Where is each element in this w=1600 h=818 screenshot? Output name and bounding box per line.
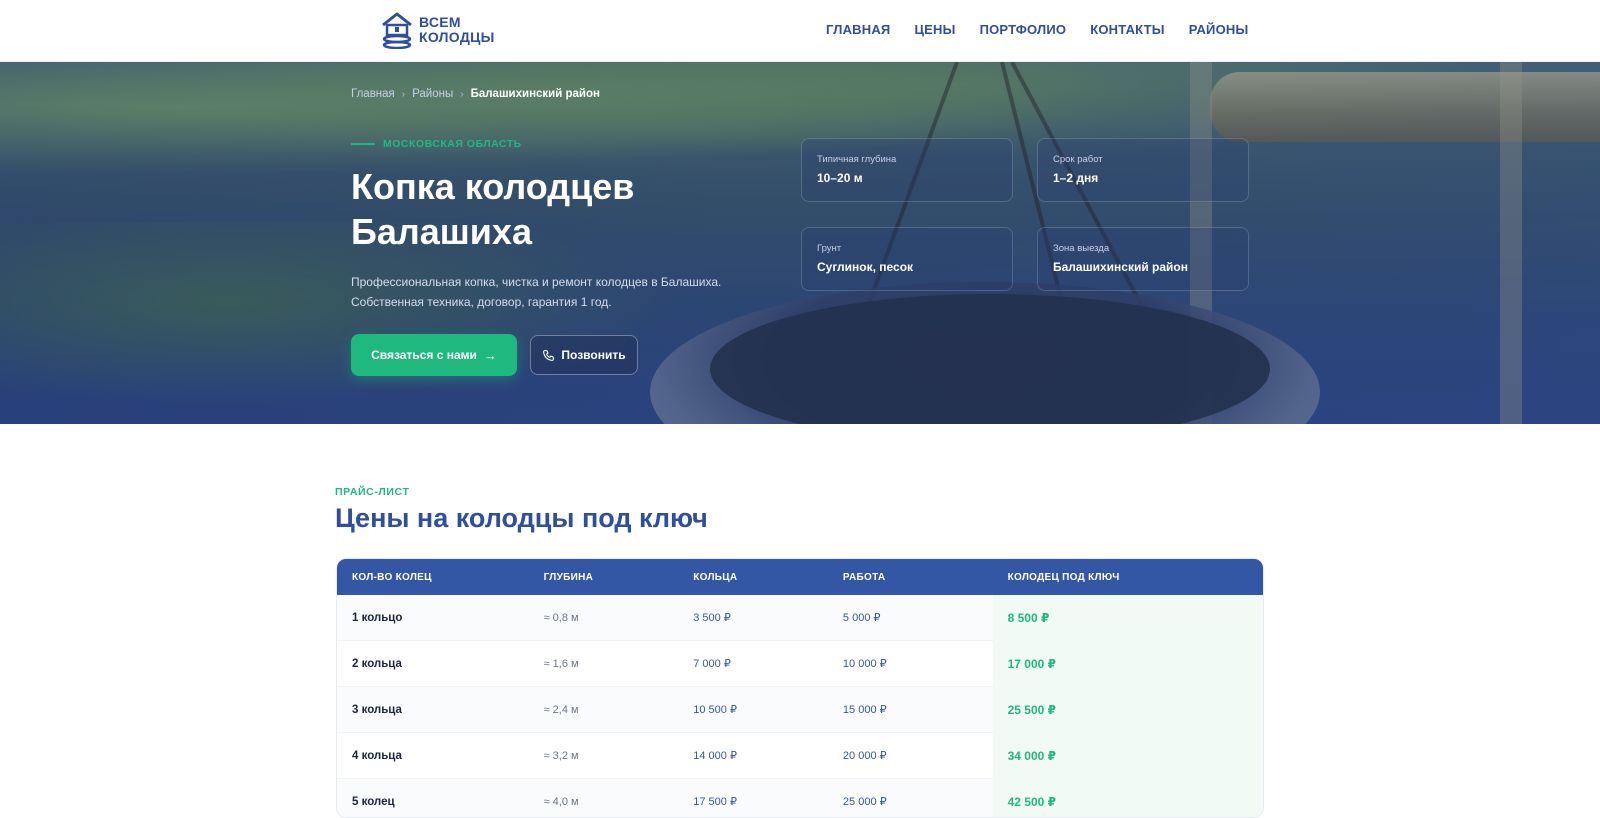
stat-card-zone: Зона выезда Балашихинский район [1037,227,1249,291]
nav-contacts[interactable]: КОНТАКТЫ [1090,22,1164,37]
cell-rings: 5 колец [337,796,544,808]
cell-depth: ≈ 3,2 м [544,750,694,762]
page-title-line-2: Балашиха [351,211,532,252]
cell-depth: ≈ 0,8 м [544,612,694,624]
cell-depth: ≈ 2,4 м [544,704,694,716]
stat-label: Грунт [817,243,997,254]
nav-prices[interactable]: ЦЕНЫ [914,22,955,37]
logo-text: ВСЕМ КОЛОДЦЫ [419,15,495,45]
stat-card-soil: Грунт Суглинок, песок [801,227,1013,291]
hero-section [0,62,1600,424]
call-button[interactable]: Позвонить [530,335,638,375]
cell-turnkey: 8 500 ₽ [993,595,1263,641]
table-header: КОЛ-ВО КОЛЕЦ ГЛУБИНА КОЛЬЦА РАБОТА КОЛОД… [337,559,1263,595]
phone-icon [542,349,555,362]
table-row: 2 кольца ≈ 1,6 м 7 000 ₽ 10 000 ₽ 17 000… [337,641,1263,687]
nav-districts[interactable]: РАЙОНЫ [1189,22,1249,37]
page-title-line-1: Копка колодцев [351,166,634,207]
cell-rings: 4 кольца [337,750,544,762]
well-logo-icon [381,11,413,49]
cell-rings: 3 кольца [337,704,544,716]
table-row: 1 кольцо ≈ 0,8 м 3 500 ₽ 5 000 ₽ 8 500 ₽ [337,595,1263,641]
cell-turnkey: 25 500 ₽ [993,687,1263,733]
stat-value: Суглинок, песок [817,260,997,274]
contact-us-label: Связаться с нами [371,348,477,362]
breadcrumb-home[interactable]: Главная [351,88,395,100]
region-text: МОСКОВСКАЯ ОБЛАСТЬ [383,138,522,150]
hero-region-label: МОСКОВСКАЯ ОБЛАСТЬ [351,138,522,150]
hero-description: Профессиональная копка, чистка и ремонт … [351,272,751,312]
cell-work: 10 000 ₽ [843,657,993,670]
column-header-rings-price: КОЛЬЦА [693,572,843,583]
contact-us-button[interactable]: Связаться с нами → [351,334,517,376]
cell-depth: ≈ 1,6 м [544,658,694,670]
site-header: ВСЕМ КОЛОДЦЫ ГЛАВНАЯ ЦЕНЫ ПОРТФОЛИО КОНТ… [0,0,1600,62]
cell-rings: 1 кольцо [337,612,544,624]
hero-description-line-1: Профессиональная копка, чистка и ремонт … [351,275,721,289]
cell-work: 5 000 ₽ [843,611,993,624]
stat-value: Балашихинский район [1053,260,1233,274]
breadcrumb-current: Балашихинский район [471,88,600,100]
price-title: Цены на колодцы под ключ [335,503,708,534]
nav-home[interactable]: ГЛАВНАЯ [826,22,890,37]
cell-turnkey: 42 500 ₽ [993,779,1263,818]
table-row: 3 кольца ≈ 2,4 м 10 500 ₽ 15 000 ₽ 25 50… [337,687,1263,733]
cell-work: 15 000 ₽ [843,703,993,716]
column-header-depth: ГЛУБИНА [544,572,694,583]
column-header-work: РАБОТА [843,572,993,583]
stat-value: 1–2 дня [1053,171,1233,185]
table-body: 1 кольцо ≈ 0,8 м 3 500 ₽ 5 000 ₽ 8 500 ₽… [337,595,1263,818]
logo[interactable]: ВСЕМ КОЛОДЦЫ [381,11,495,49]
cell-rings-price: 3 500 ₽ [693,611,843,624]
hero-background-post [1500,62,1522,424]
call-label: Позвонить [561,348,625,362]
cell-work: 25 000 ₽ [843,795,993,808]
column-header-rings: КОЛ-ВО КОЛЕЦ [337,572,544,583]
stat-label: Срок работ [1053,154,1233,165]
logo-line-1: ВСЕМ [419,15,495,30]
cell-depth: ≈ 4,0 м [544,796,694,808]
breadcrumb: Главная › Районы › Балашихинский район [351,88,600,100]
cell-turnkey: 17 000 ₽ [993,641,1263,687]
cell-rings: 2 кольца [337,658,544,670]
hero-description-line-2: Собственная техника, договор, гарантия 1… [351,295,612,309]
stat-card-duration: Срок работ 1–2 дня [1037,138,1249,202]
cell-rings-price: 14 000 ₽ [693,749,843,762]
cell-turnkey: 34 000 ₽ [993,733,1263,779]
arrow-right-icon: → [484,348,497,363]
cell-rings-price: 17 500 ₽ [693,795,843,808]
price-table: КОЛ-ВО КОЛЕЦ ГЛУБИНА КОЛЬЦА РАБОТА КОЛОД… [336,558,1264,818]
hero-background-log [1210,72,1600,142]
chevron-right-icon: › [402,89,405,100]
cell-rings-price: 10 500 ₽ [693,703,843,716]
table-row: 5 колец ≈ 4,0 м 17 500 ₽ 25 000 ₽ 42 500… [337,779,1263,818]
page-title: Копка колодцев Балашиха [351,164,771,254]
stat-label: Типичная глубина [817,154,997,165]
chevron-right-icon: › [460,89,463,100]
column-header-turnkey: КОЛОДЕЦ ПОД КЛЮЧ [993,572,1263,583]
table-row: 4 кольца ≈ 3,2 м 14 000 ₽ 20 000 ₽ 34 00… [337,733,1263,779]
stat-card-depth: Типичная глубина 10–20 м [801,138,1013,202]
breadcrumb-districts[interactable]: Районы [412,88,453,100]
logo-line-2: КОЛОДЦЫ [419,30,495,45]
nav-portfolio[interactable]: ПОРТФОЛИО [980,22,1067,37]
region-accent-line [351,143,375,145]
price-eyebrow: ПРАЙС-ЛИСТ [335,486,410,498]
main-nav: ГЛАВНАЯ ЦЕНЫ ПОРТФОЛИО КОНТАКТЫ РАЙОНЫ [826,22,1248,37]
cell-rings-price: 7 000 ₽ [693,657,843,670]
stat-label: Зона выезда [1053,243,1233,254]
stat-value: 10–20 м [817,171,997,185]
cell-work: 20 000 ₽ [843,749,993,762]
